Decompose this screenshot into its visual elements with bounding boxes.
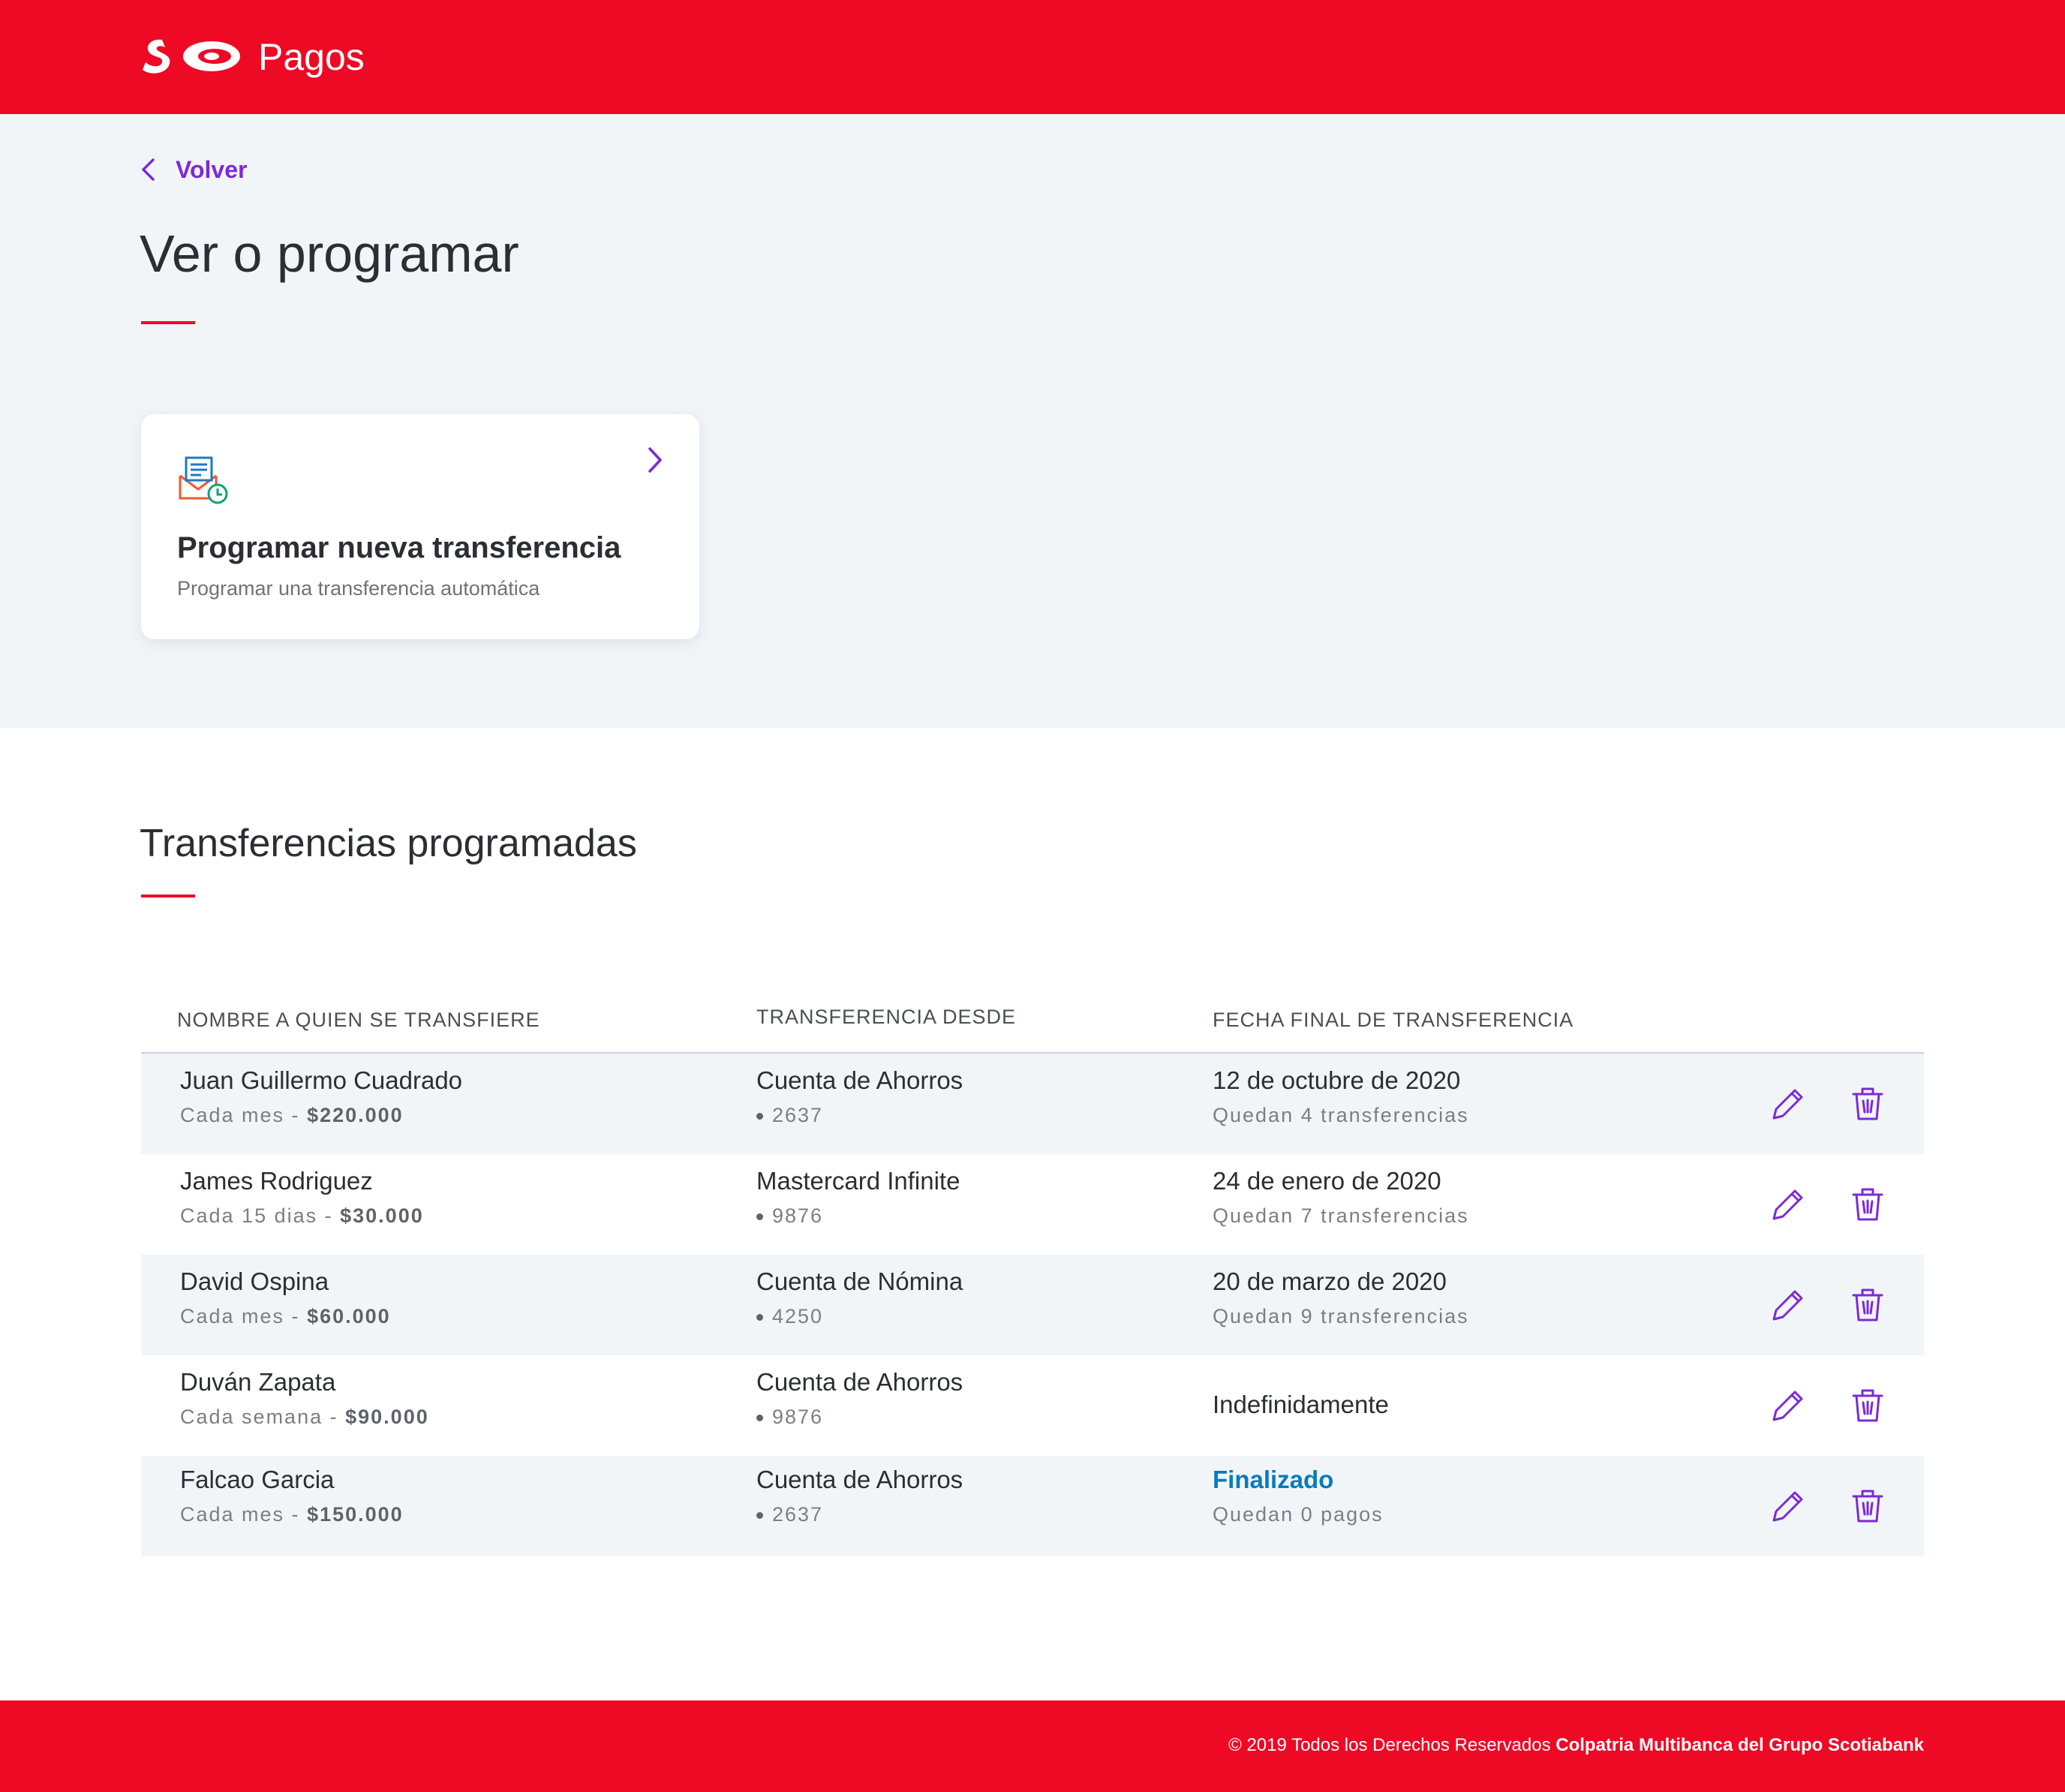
trash-icon: [1852, 1490, 1883, 1523]
frequency: Cada semana - $90.000: [180, 1406, 429, 1428]
pencil-icon: [1772, 1391, 1803, 1421]
end-date-cell: 24 de enero de 2020 Quedan 7 transferenc…: [1213, 1165, 1469, 1229]
recipient-name: Duván Zapata: [180, 1368, 336, 1396]
back-label: Volver: [176, 155, 248, 183]
source-account: Mastercard Infinite: [756, 1167, 960, 1195]
recipient-name: Juan Guillermo Cuadrado: [180, 1066, 463, 1094]
end-date-cell: 20 de marzo de 2020 Quedan 9 transferenc…: [1213, 1265, 1469, 1330]
remaining-transfers: Quedan 9 transferencias: [1213, 1305, 1469, 1327]
scheduled-transfer-icon: [179, 456, 228, 504]
table-header: NOMBRE A QUIEN SE TRANSFIERE TRANSFERENC…: [141, 998, 1924, 1054]
source-cell: Mastercard Infinite 9876: [756, 1165, 960, 1229]
edit-button[interactable]: [1765, 1183, 1808, 1226]
delete-button[interactable]: [1846, 1183, 1889, 1226]
chevron-left-icon: [142, 158, 155, 181]
source-cell: Cuenta de Ahorros 2637: [756, 1064, 963, 1129]
table-row[interactable]: Juan Guillermo Cuadrado Cada mes - $220.…: [141, 1054, 1924, 1154]
frequency: Cada mes - $150.000: [180, 1503, 404, 1526]
trash-icon: [1852, 1087, 1883, 1120]
footer-company: Colpatria Multibanca del Grupo Scotiaban…: [1556, 1735, 1924, 1755]
end-date-cell: Finalizado Quedan 0 pagos: [1213, 1463, 1384, 1528]
recipient-cell: Falcao Garcia Cada mes - $150.000: [180, 1463, 404, 1528]
column-header-source: TRANSFERENCIA DESDE: [756, 1006, 1017, 1028]
trash-icon: [1852, 1288, 1883, 1321]
end-date: 12 de octubre de 2020: [1213, 1066, 1461, 1094]
delete-button[interactable]: [1846, 1283, 1889, 1327]
amount: $90.000: [345, 1406, 429, 1428]
column-header-end-date: FECHA FINAL DE TRANSFERENCIA: [1213, 1009, 1574, 1031]
edit-button[interactable]: [1765, 1082, 1808, 1126]
source-cell: Cuenta de Ahorros 9876: [756, 1366, 963, 1430]
delete-button[interactable]: [1846, 1384, 1889, 1427]
source-account: Cuenta de Ahorros: [756, 1066, 963, 1094]
source-cell: Cuenta de Ahorros 2637: [756, 1463, 963, 1528]
frequency: Cada mes - $60.000: [180, 1305, 391, 1327]
account-number: 2637: [756, 1501, 963, 1528]
trash-icon: [1852, 1389, 1883, 1422]
edit-button[interactable]: [1765, 1484, 1808, 1528]
remaining-transfers: Quedan 0 pagos: [1213, 1503, 1384, 1526]
end-date: 20 de marzo de 2020: [1213, 1267, 1447, 1295]
table-row[interactable]: Duván Zapata Cada semana - $90.000 Cuent…: [141, 1355, 1924, 1456]
pencil-icon: [1772, 1290, 1803, 1321]
recipient-name: David Ospina: [180, 1267, 329, 1295]
page-title: Ver o programar: [140, 224, 519, 283]
delete-button[interactable]: [1846, 1484, 1889, 1528]
trash-icon: [1852, 1188, 1883, 1221]
card-title: Programar nueva transferencia: [177, 531, 621, 564]
back-link[interactable]: Volver: [140, 152, 247, 188]
edit-button[interactable]: [1765, 1384, 1808, 1427]
source-cell: Cuenta de Nómina 4250: [756, 1265, 963, 1330]
account-number: 4250: [756, 1303, 963, 1330]
section-title-underline: [141, 894, 195, 898]
end-date: 24 de enero de 2020: [1213, 1167, 1441, 1195]
table-row[interactable]: James Rodriguez Cada 15 dias - $30.000 M…: [141, 1154, 1924, 1255]
frequency: Cada mes - $220.000: [180, 1104, 404, 1126]
remaining-transfers: Quedan 4 transferencias: [1213, 1104, 1469, 1126]
recipient-name: Falcao Garcia: [180, 1466, 335, 1493]
app-title: Pagos: [258, 36, 365, 78]
end-date-cell: 12 de octubre de 2020 Quedan 4 transfere…: [1213, 1064, 1469, 1129]
account-number: 9876: [756, 1403, 963, 1430]
amount: $30.000: [340, 1204, 424, 1227]
end-date: Indefinidamente: [1213, 1391, 1389, 1418]
card-description: Programar una transferencia automática: [177, 577, 540, 600]
title-underline: [141, 321, 195, 324]
pencil-icon: [1772, 1189, 1803, 1220]
end-date-cell: Indefinidamente: [1213, 1388, 1389, 1421]
pencil-icon: [1772, 1089, 1803, 1120]
source-account: Cuenta de Nómina: [756, 1267, 963, 1295]
chevron-right-icon: [648, 447, 662, 473]
column-header-recipient: NOMBRE A QUIEN SE TRANSFIERE: [177, 1009, 540, 1031]
recipient-cell: Juan Guillermo Cuadrado Cada mes - $220.…: [180, 1064, 462, 1129]
app-header: Pagos: [0, 0, 2065, 114]
table-row[interactable]: David Ospina Cada mes - $60.000 Cuenta d…: [141, 1255, 1924, 1355]
recipient-cell: David Ospina Cada mes - $60.000: [180, 1265, 391, 1330]
remaining-transfers: Quedan 7 transferencias: [1213, 1204, 1469, 1227]
account-number: 2637: [756, 1102, 963, 1129]
edit-button[interactable]: [1765, 1283, 1808, 1327]
frequency: Cada 15 dias - $30.000: [180, 1204, 424, 1227]
source-account: Cuenta de Ahorros: [756, 1368, 963, 1396]
status-finished: Finalizado: [1213, 1466, 1334, 1493]
footer-copyright: © 2019 Todos los Derechos Reservados Col…: [1228, 1735, 1924, 1755]
scheduled-transfers-table: NOMBRE A QUIEN SE TRANSFIERE TRANSFERENC…: [141, 998, 1924, 1556]
recipient-cell: James Rodriguez Cada 15 dias - $30.000: [180, 1165, 424, 1229]
pencil-icon: [1772, 1491, 1803, 1522]
recipient-name: James Rodriguez: [180, 1167, 373, 1195]
amount: $220.000: [307, 1104, 404, 1126]
amount: $150.000: [307, 1503, 404, 1526]
schedule-new-transfer-card[interactable]: Programar nueva transferencia Programar …: [141, 414, 699, 639]
scotiabank-logo[interactable]: [140, 35, 245, 77]
section-title: Transferencias programadas: [140, 822, 637, 865]
delete-button[interactable]: [1846, 1082, 1889, 1126]
amount: $60.000: [307, 1305, 391, 1327]
app-footer: © 2019 Todos los Derechos Reservados Col…: [0, 1700, 2065, 1792]
recipient-cell: Duván Zapata Cada semana - $90.000: [180, 1366, 429, 1430]
account-number: 9876: [756, 1202, 960, 1229]
source-account: Cuenta de Ahorros: [756, 1466, 963, 1493]
table-row[interactable]: Falcao Garcia Cada mes - $150.000 Cuenta…: [141, 1456, 1924, 1556]
